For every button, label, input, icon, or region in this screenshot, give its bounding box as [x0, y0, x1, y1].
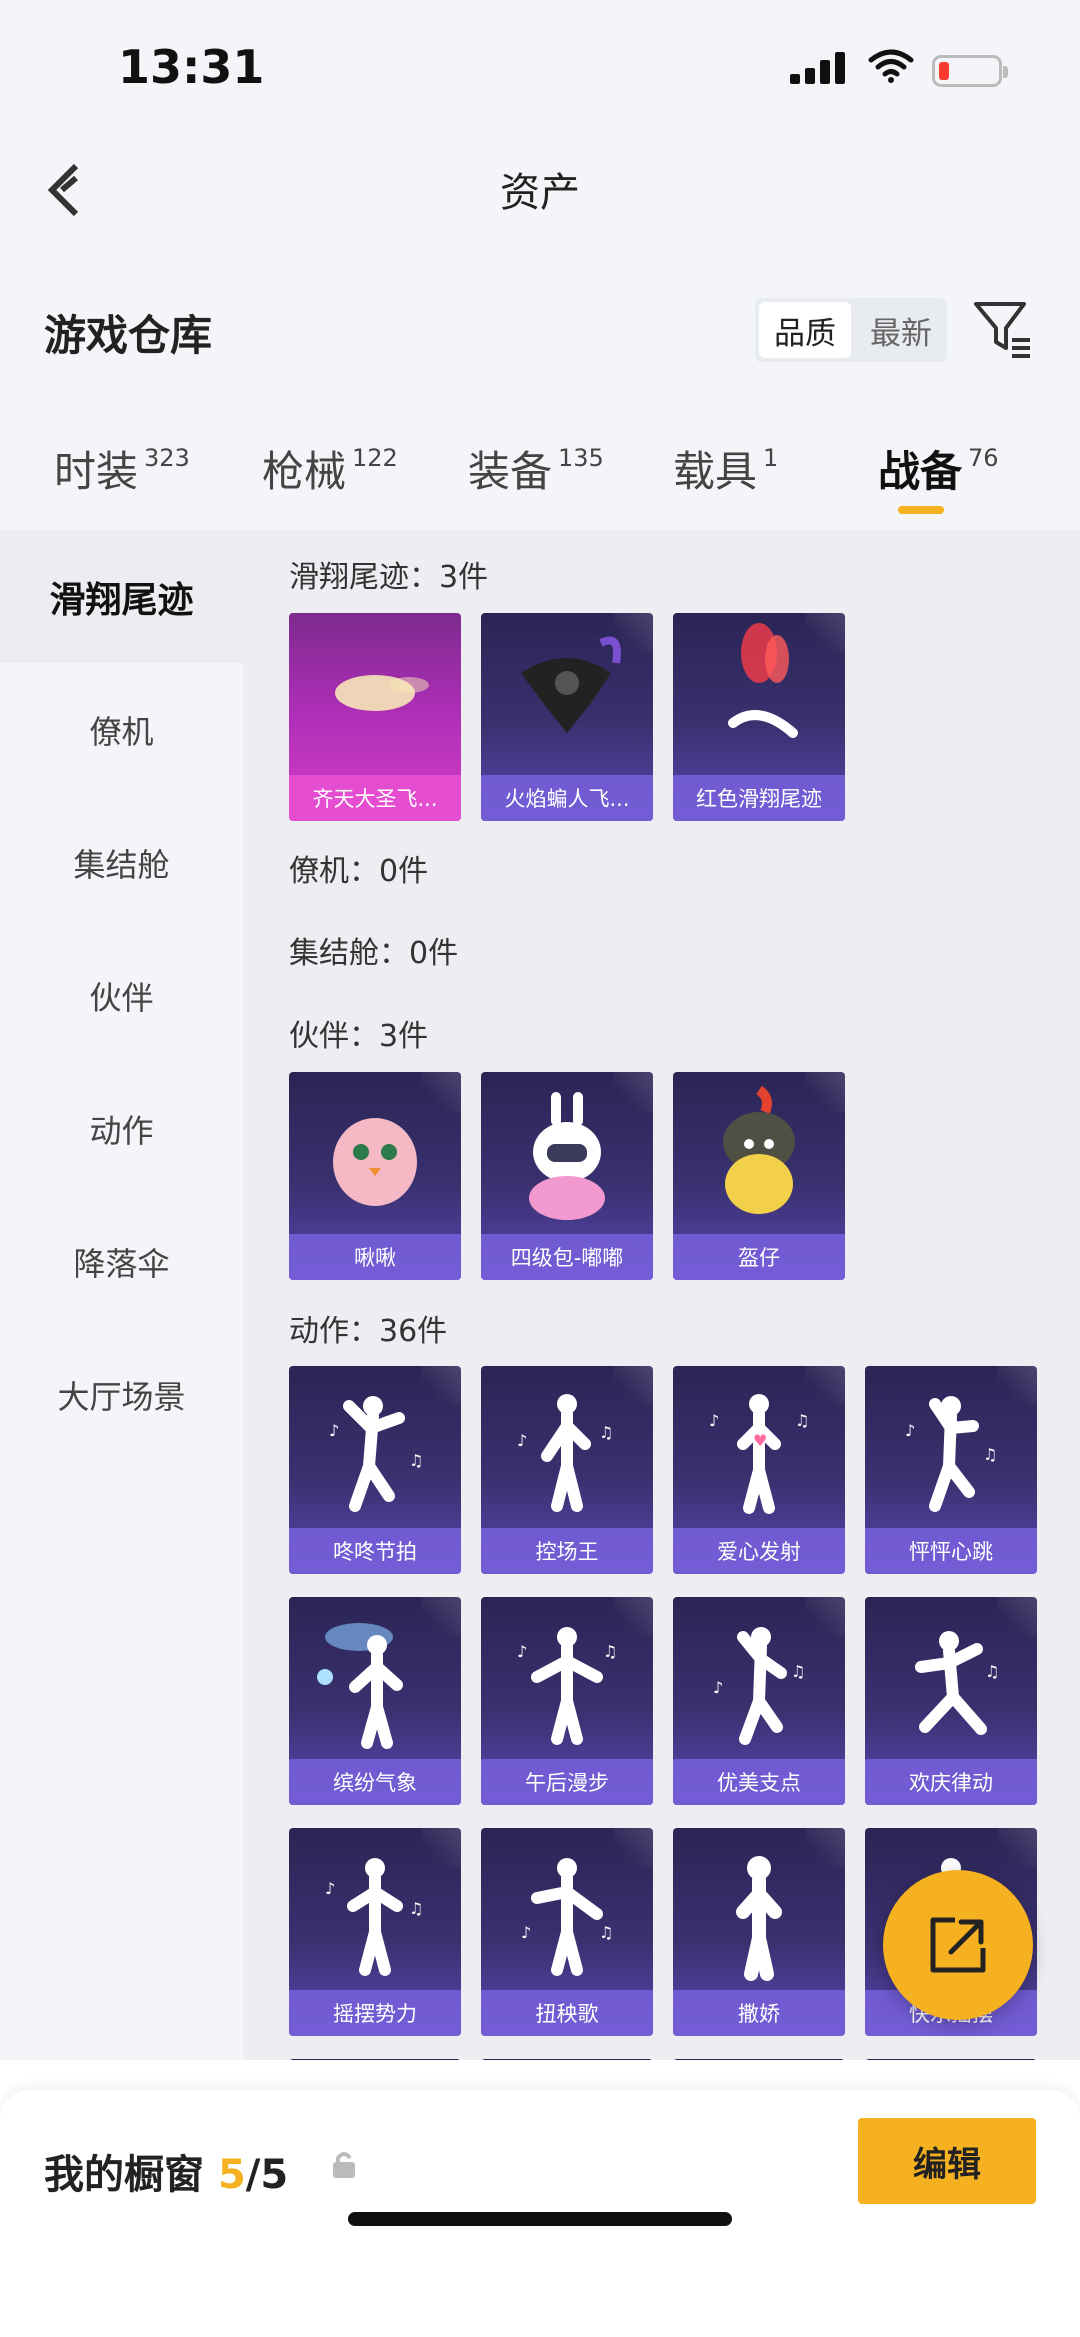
- section-title-emotes: 动作：36件: [289, 1314, 448, 1349]
- item-label: 四级包-嘟嘟: [481, 1234, 653, 1280]
- item-card[interactable]: ♥ ♪ ♫ 爱心发射: [673, 1366, 845, 1574]
- sidebar-item-trails[interactable]: 滑翔尾迹: [0, 530, 243, 663]
- tab-equipment[interactable]: 装备 135: [468, 438, 604, 499]
- svg-text:♫: ♫: [795, 1411, 809, 1430]
- svg-text:♫: ♫: [983, 1445, 997, 1464]
- warehouse-row: 游戏仓库 品质 最新: [0, 250, 1080, 400]
- item-label: 缤纷气象: [289, 1759, 461, 1805]
- item-card[interactable]: ♪ ♫ 控场王: [481, 1366, 653, 1574]
- svg-text:♪: ♪: [521, 1923, 531, 1942]
- item-label: 优美支点: [673, 1759, 845, 1805]
- item-card[interactable]: ♪ ♫ 优美支点: [673, 1597, 845, 1805]
- item-card[interactable]: [673, 2059, 845, 2060]
- tab-fashion[interactable]: 时装 323: [54, 438, 190, 499]
- item-label: 齐天大圣飞...: [289, 775, 461, 821]
- nav-header: 资产: [0, 130, 1080, 250]
- tab-combat-gear[interactable]: 战备 76: [878, 438, 999, 499]
- section-title-wingman: 僚机：0件: [289, 854, 429, 889]
- svg-text:♪: ♪: [713, 1678, 723, 1697]
- item-label: 火焰蝙人飞...: [481, 775, 653, 821]
- warehouse-title: 游戏仓库: [44, 311, 213, 360]
- svg-text:♥: ♥: [753, 1431, 767, 1450]
- item-card[interactable]: ♪ ♫ 午后漫步: [481, 1597, 653, 1805]
- sidebar-item-lobby-scene[interactable]: 大厅场景: [0, 1328, 243, 1461]
- svg-text:♪: ♪: [329, 1421, 339, 1440]
- svg-text:♫: ♫: [603, 1642, 617, 1661]
- svg-text:♫: ♫: [985, 1662, 999, 1681]
- sort-toggle: 品质 最新: [755, 298, 947, 362]
- home-indicator: [348, 2212, 732, 2226]
- sort-quality-button[interactable]: 品质: [759, 302, 851, 358]
- showcase-total: /5: [245, 2152, 289, 2198]
- item-label: 摇摆势力: [289, 1990, 461, 2036]
- item-label: 撒娇: [673, 1990, 845, 2036]
- tab-guns[interactable]: 枪械 122: [262, 438, 398, 499]
- svg-text:♫: ♫: [791, 1662, 805, 1681]
- active-tab-indicator: [898, 506, 944, 514]
- item-label: 控场王: [481, 1528, 653, 1574]
- lock-icon: [333, 2152, 355, 2178]
- section-title-trails: 滑翔尾迹：3件: [289, 560, 489, 595]
- showcase-label: 我的橱窗 5/5: [44, 2152, 289, 2198]
- item-card[interactable]: 火焰蝙人飞...: [481, 613, 653, 821]
- svg-text:♪: ♪: [709, 1411, 719, 1430]
- item-card[interactable]: 盔仔: [673, 1072, 845, 1280]
- item-card[interactable]: ♪ ♫ 咚咚节拍: [289, 1366, 461, 1574]
- page-title: 资产: [500, 170, 580, 216]
- status-time: 13:31: [118, 40, 265, 94]
- filter-icon[interactable]: [972, 298, 1034, 360]
- item-card[interactable]: 齐天大圣飞...: [289, 613, 461, 821]
- wifi-icon: [868, 49, 914, 83]
- item-card[interactable]: ♪ ♫ 扭秧歌: [481, 1828, 653, 2036]
- svg-text:♫: ♫: [599, 1923, 613, 1942]
- svg-text:♪: ♪: [517, 1431, 527, 1450]
- section-title-assembly: 集结舱：0件: [289, 936, 459, 971]
- item-label: 扭秧歌: [481, 1990, 653, 2036]
- item-label: 爱心发射: [673, 1528, 845, 1574]
- item-list: 滑翔尾迹：3件 齐天大圣飞... 火焰蝙人飞... 红色滑翔尾迹 僚机：0件 集…: [243, 530, 1080, 2060]
- item-image: [335, 675, 429, 711]
- category-sidebar: 滑翔尾迹 僚机 集结舱 伙伴 动作 降落伞 大厅场景: [0, 530, 243, 2060]
- item-card[interactable]: ♪ ♫ 怦怦心跳: [865, 1366, 1037, 1574]
- svg-text:♪: ♪: [325, 1879, 335, 1898]
- sidebar-item-assembly[interactable]: 集结舱: [0, 796, 243, 929]
- sidebar-item-wingman[interactable]: 僚机: [0, 663, 243, 796]
- svg-text:♫: ♫: [409, 1899, 423, 1918]
- item-card[interactable]: 红色滑翔尾迹: [673, 613, 845, 821]
- section-title-partner: 伙伴：3件: [289, 1019, 429, 1054]
- item-card[interactable]: ♫ 欢庆律动: [865, 1597, 1037, 1805]
- item-card[interactable]: 啾啾: [289, 1072, 461, 1280]
- status-bar: 13:31: [0, 0, 1080, 130]
- svg-text:♪: ♪: [905, 1421, 915, 1440]
- item-card[interactable]: ♪ ♫ 摇摆势力: [289, 1828, 461, 2036]
- item-label: 红色滑翔尾迹: [673, 775, 845, 821]
- svg-text:♫: ♫: [599, 1423, 613, 1442]
- svg-text:♫: ♫: [409, 1451, 423, 1470]
- share-icon: [930, 1917, 986, 1973]
- signal-icon: [790, 52, 850, 84]
- battery-icon: [932, 55, 1008, 87]
- item-label: 咚咚节拍: [289, 1528, 461, 1574]
- item-card[interactable]: [481, 2059, 653, 2060]
- item-card[interactable]: 四级包-嘟嘟: [481, 1072, 653, 1280]
- item-label: 午后漫步: [481, 1759, 653, 1805]
- item-label: 欢庆律动: [865, 1759, 1037, 1805]
- sort-newest-button[interactable]: 最新: [855, 298, 947, 362]
- item-card[interactable]: 撒娇: [673, 1828, 845, 2036]
- item-card[interactable]: [865, 2059, 1037, 2060]
- share-button[interactable]: [883, 1870, 1033, 2020]
- sidebar-item-emotes[interactable]: 动作: [0, 1062, 243, 1195]
- showcase-count: 5: [217, 2152, 246, 2198]
- sidebar-item-partner[interactable]: 伙伴: [0, 929, 243, 1062]
- item-card[interactable]: 缤纷气象: [289, 1597, 461, 1805]
- tab-vehicles[interactable]: 载具 1: [673, 438, 778, 499]
- sidebar-item-parachute[interactable]: 降落伞: [0, 1195, 243, 1328]
- item-label: 啾啾: [289, 1234, 461, 1280]
- svg-text:♪: ♪: [517, 1642, 527, 1661]
- item-label: 怦怦心跳: [865, 1528, 1037, 1574]
- item-label: 盔仔: [673, 1234, 845, 1280]
- edit-button[interactable]: 编辑: [858, 2118, 1036, 2204]
- item-card[interactable]: [289, 2059, 461, 2060]
